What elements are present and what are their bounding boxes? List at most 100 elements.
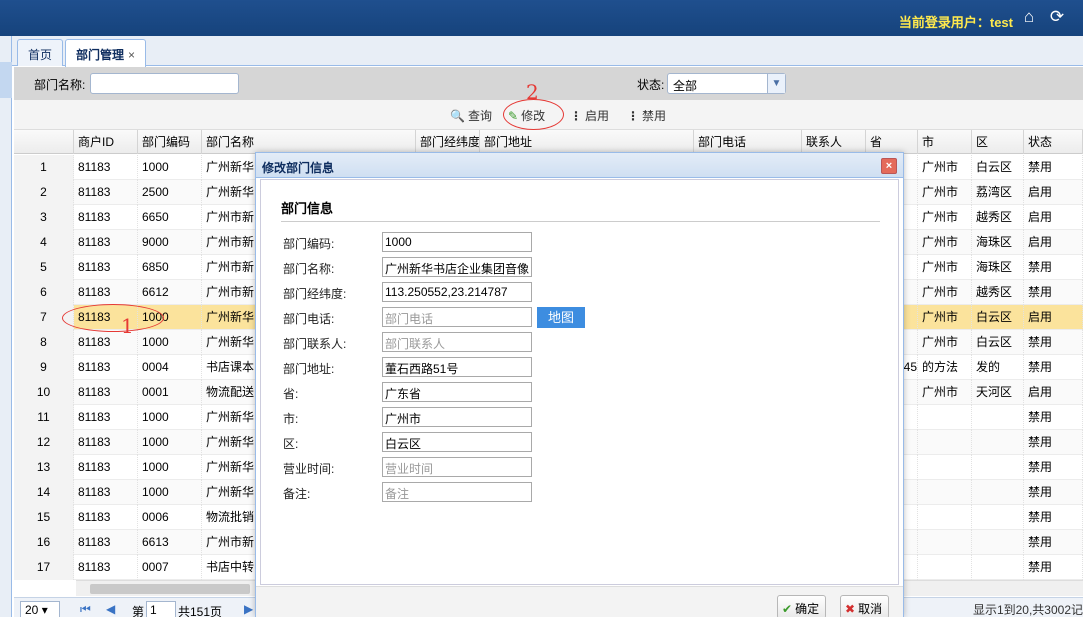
field-input[interactable]: 备注 <box>382 482 532 502</box>
status-select[interactable]: 全部 ▼ <box>667 73 786 94</box>
column-header[interactable]: 部门电话 <box>694 130 802 154</box>
field-input[interactable]: 1000 <box>382 232 532 252</box>
vertical-dots-icon: ⋮ <box>627 109 639 123</box>
cancel-button-label: 取消 <box>858 602 883 616</box>
column-header[interactable]: 部门经纬度 <box>416 130 480 154</box>
row-number: 11 <box>14 405 74 430</box>
page-number-input[interactable]: 1 <box>146 601 176 617</box>
table-cell: 6612 <box>138 280 202 305</box>
field-input[interactable]: 广州市 <box>382 407 532 427</box>
column-header[interactable]: 市 <box>918 130 972 154</box>
confirm-button[interactable]: ✔ 确定 <box>777 595 827 617</box>
table-cell: 启用 <box>1024 380 1083 405</box>
table-cell <box>972 555 1024 580</box>
enable-button-label: 启用 <box>585 109 610 123</box>
query-button-label: 查询 <box>467 109 492 123</box>
table-cell: 禁用 <box>1024 455 1083 480</box>
table-cell <box>972 455 1024 480</box>
table-cell: 81183 <box>74 155 138 180</box>
field-label: 部门名称: <box>283 262 335 276</box>
table-cell <box>918 480 972 505</box>
table-cell: 广州市 <box>918 280 972 305</box>
table-cell: 81183 <box>74 505 138 530</box>
table-cell: 天河区 <box>972 380 1024 405</box>
left-sidebar-collapsed[interactable] <box>0 36 12 617</box>
row-number: 6 <box>14 280 74 305</box>
table-cell: 越秀区 <box>972 280 1024 305</box>
enable-button[interactable]: ⋮ 启用 <box>570 107 609 124</box>
column-header[interactable]: 省 <box>866 130 918 154</box>
close-icon[interactable]: × <box>881 158 897 174</box>
cancel-button[interactable]: ✖ 取消 <box>840 595 890 617</box>
field-label: 省: <box>283 387 299 401</box>
field-input[interactable]: 董石西路51号 <box>382 357 532 377</box>
next-page-icon[interactable]: ▶ <box>244 602 253 616</box>
table-cell <box>972 405 1024 430</box>
table-cell <box>918 505 972 530</box>
dialog-title-bar[interactable]: 修改部门信息 × <box>256 153 903 178</box>
scrollbar-thumb[interactable] <box>90 584 250 594</box>
table-cell: 1000 <box>138 480 202 505</box>
refresh-icon[interactable]: ⟳ <box>1047 7 1067 27</box>
tab-home-label: 首页 <box>28 48 53 62</box>
map-button[interactable]: 地图 <box>537 307 585 328</box>
field-input[interactable]: 部门联系人 <box>382 332 532 352</box>
table-cell: 海珠区 <box>972 230 1024 255</box>
table-cell: 6613 <box>138 530 202 555</box>
row-number: 15 <box>14 505 74 530</box>
field-input[interactable]: 营业时间 <box>382 457 532 477</box>
row-number: 12 <box>14 430 74 455</box>
first-page-icon[interactable]: ⏮ <box>80 602 91 617</box>
row-number: 4 <box>14 230 74 255</box>
table-cell: 0007 <box>138 555 202 580</box>
field-label: 营业时间: <box>283 462 335 476</box>
table-cell: 81183 <box>74 430 138 455</box>
check-icon: ✔ <box>782 602 793 616</box>
table-cell: 启用 <box>1024 180 1083 205</box>
field-input[interactable]: 广州新华书店企业集团音像 <box>382 257 532 277</box>
table-cell: 81183 <box>74 355 138 380</box>
row-number: 5 <box>14 255 74 280</box>
row-number: 3 <box>14 205 74 230</box>
field-input[interactable]: 部门电话 <box>382 307 532 327</box>
page-size-value: 20 <box>25 603 39 617</box>
dept-name-input[interactable] <box>90 73 239 94</box>
annotation-number-1: 1 <box>121 314 134 338</box>
column-header[interactable] <box>14 130 74 154</box>
disable-button[interactable]: ⋮ 禁用 <box>627 107 666 124</box>
column-header[interactable]: 状态 <box>1024 130 1083 154</box>
vertical-dots-icon: ⋮ <box>570 109 582 123</box>
page-total: 共151页 <box>178 605 223 617</box>
column-header[interactable]: 商户ID <box>74 130 138 154</box>
chevron-down-icon[interactable]: ▼ <box>767 74 785 93</box>
field-label: 备注: <box>283 487 311 501</box>
prev-page-icon[interactable]: ◀ <box>106 602 115 616</box>
current-user-label: 当前登录用户：test <box>898 15 1013 30</box>
query-button[interactable]: 🔍 查询 <box>450 107 492 124</box>
column-header[interactable]: 部门名称 <box>202 130 416 154</box>
table-cell: 白云区 <box>972 155 1024 180</box>
table-cell: 81183 <box>74 255 138 280</box>
table-cell: 禁用 <box>1024 280 1083 305</box>
row-number: 17 <box>14 555 74 580</box>
home-icon[interactable]: ⌂ <box>1019 7 1039 27</box>
field-input[interactable]: 白云区 <box>382 432 532 452</box>
table-cell: 81183 <box>74 480 138 505</box>
table-cell: 广州市 <box>918 230 972 255</box>
tab-department-management[interactable]: 部门管理 × <box>65 39 147 67</box>
column-header[interactable]: 部门编码 <box>138 130 202 154</box>
column-header[interactable]: 部门地址 <box>480 130 694 154</box>
tab-bar: 首页 部门管理 × <box>12 36 1083 67</box>
column-header[interactable]: 区 <box>972 130 1024 154</box>
table-cell: 81183 <box>74 530 138 555</box>
table-cell: 启用 <box>1024 205 1083 230</box>
page-size-select[interactable]: 20 ▾ <box>20 601 60 617</box>
tab-home[interactable]: 首页 <box>17 39 64 66</box>
field-input[interactable]: 广东省 <box>382 382 532 402</box>
table-cell: 禁用 <box>1024 430 1083 455</box>
table-cell: 禁用 <box>1024 255 1083 280</box>
table-cell: 启用 <box>1024 305 1083 330</box>
field-input[interactable]: 113.250552,23.214787 <box>382 282 532 302</box>
column-header[interactable]: 联系人 <box>802 130 866 154</box>
tab-close-icon[interactable]: × <box>128 48 135 62</box>
